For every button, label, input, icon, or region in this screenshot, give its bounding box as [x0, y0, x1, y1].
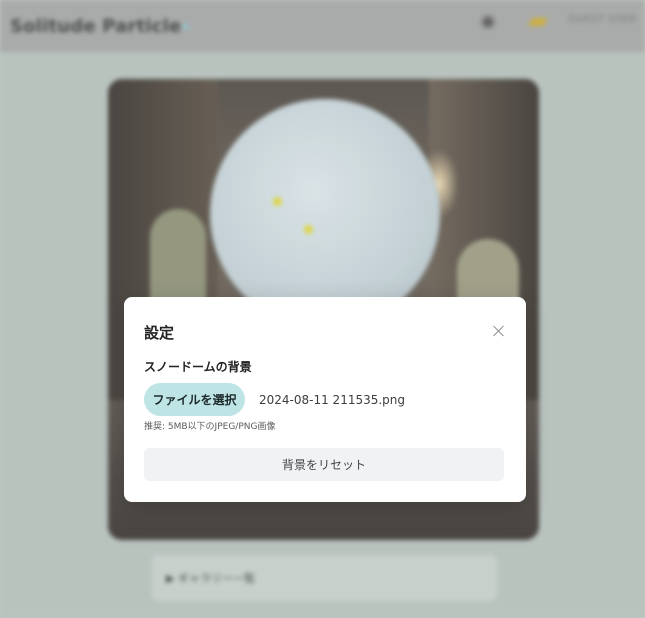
- settings-modal: 設定 スノードームの背景 ファイルを選択 2024-08-11 211535.p…: [124, 297, 526, 502]
- close-icon[interactable]: [488, 321, 510, 343]
- reset-background-button[interactable]: 背景をリセット: [144, 448, 504, 481]
- selected-file-name: 2024-08-11 211535.png: [259, 392, 406, 407]
- file-picker-row: ファイルを選択 2024-08-11 211535.png: [144, 383, 405, 416]
- choose-file-button[interactable]: ファイルを選択: [144, 383, 245, 416]
- background-section-label: スノードームの背景: [144, 360, 252, 374]
- file-hint: 推奨: 5MB以下のJPEG/PNG画像: [144, 422, 276, 432]
- modal-title: 設定: [144, 324, 175, 342]
